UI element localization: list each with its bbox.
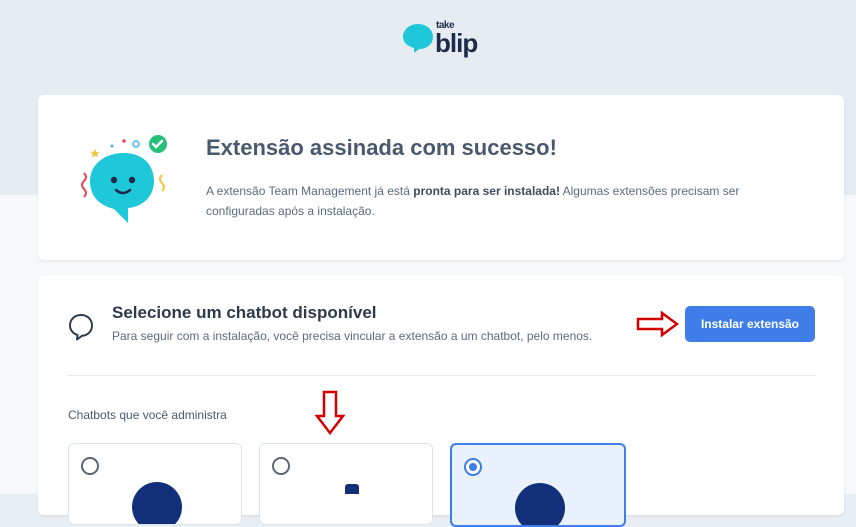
select-chatbot-title: Selecione um chatbot disponível [112,303,377,322]
install-extension-button[interactable]: Instalar extensão [685,306,815,342]
chatbot-avatar [132,482,182,524]
select-chatbot-subtitle: Para seguir com a instalação, você preci… [112,329,593,343]
chatbot-radio[interactable] [272,457,290,475]
success-description: A extensão Team Management já está pront… [206,181,806,221]
annotation-arrow-right-icon [636,311,680,337]
logo-blip-text: blip [435,28,478,58]
success-title: Extensão assinada com sucesso! [206,135,557,160]
logo-bubble-icon [403,24,433,53]
blip-logo[interactable]: take blip [402,20,482,62]
success-desc-bold: pronta para ser instalada! [413,184,560,198]
divider [68,375,816,376]
chatbot-option[interactable] [68,443,242,525]
chatbot-selection-card: Selecione um chatbot disponível Para seg… [38,275,844,527]
chatbots-section-label: Chatbots que você administra [68,408,227,422]
success-desc-text: A extensão Team Management já está [206,184,414,198]
chatbot-option-selected[interactable] [450,443,626,527]
chatbot-avatar [345,484,359,494]
annotation-arrow-down-icon [315,390,345,436]
chatbot-option[interactable] [259,443,433,525]
chat-bubble-icon [69,314,93,341]
chatbot-avatar [515,483,565,525]
success-card: Extensão assinada com sucesso! A extensã… [38,95,844,260]
chatbot-radio-checked[interactable] [464,458,482,476]
mascot-illustration-icon [81,135,167,223]
chatbot-radio[interactable] [81,457,99,475]
